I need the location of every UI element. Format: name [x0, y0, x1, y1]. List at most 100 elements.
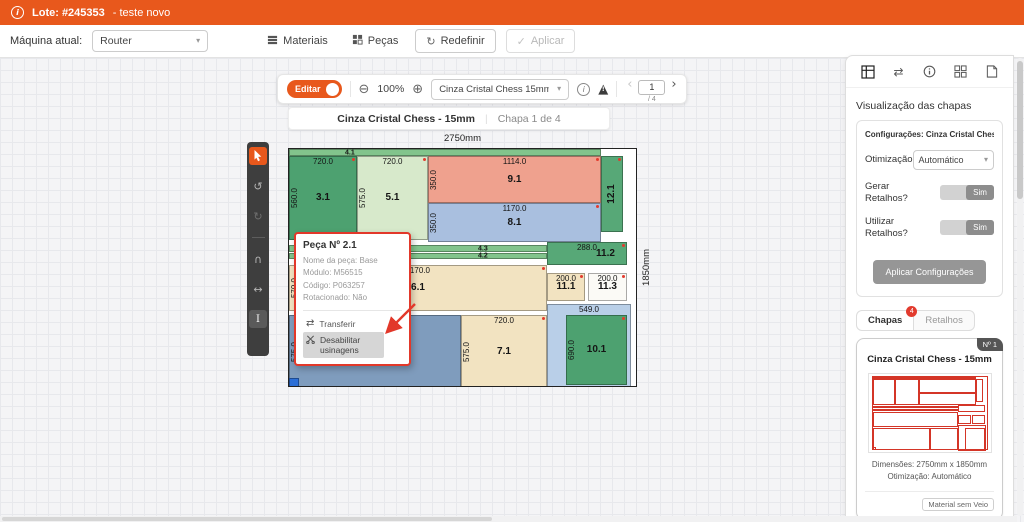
thumbnail-frame — [868, 373, 992, 453]
generate-offcuts-label: Gerar Retalhos? — [865, 181, 925, 205]
use-offcuts-toggle[interactable]: Sim — [940, 220, 994, 235]
sheet-piece-5.1[interactable]: 720.0575.05.1 — [357, 156, 428, 240]
piece-width-dim: 1170.0 — [429, 205, 600, 213]
transfer-action-label: Transferir — [319, 319, 355, 329]
reset-button[interactable]: ↻ Redefinir — [415, 29, 495, 53]
piece-height-dim: 575.0 — [359, 188, 367, 208]
config-title: Configurações: Cinza Cristal Chess 15mm — [865, 130, 994, 139]
toggle-knob — [326, 83, 339, 96]
machine-label: Máquina atual: — [10, 35, 82, 47]
rotate-cw-tool-icon[interactable]: ↻ — [249, 207, 267, 225]
machine-select[interactable]: Router ▾ — [92, 30, 208, 52]
report-view-icon[interactable] — [983, 63, 1001, 81]
thumb-piece — [958, 415, 971, 424]
piece-width-dim: 549.0 — [548, 306, 630, 314]
apply-button[interactable]: ✓ Aplicar — [506, 29, 576, 53]
pieces-button[interactable]: Peças — [345, 34, 406, 48]
magnet-tool-icon[interactable]: ∩ — [249, 250, 267, 268]
optimization-label: Otimização — [865, 154, 913, 166]
disable-machining-label: Desabilitar usinagens — [320, 335, 381, 355]
apply-button-label: Aplicar — [531, 35, 565, 47]
tooltip-lines: Nome da peça: BaseMódulo: M56515Código: … — [303, 255, 402, 305]
machining-icon — [306, 335, 315, 347]
batch-name: - teste novo — [113, 7, 170, 19]
sheets-view-icon[interactable] — [859, 63, 877, 81]
prev-page-icon[interactable]: ‹ — [627, 78, 632, 91]
canvas-toolbar: Editar ⊖ 100% ⊕ Cinza Cristal Chess 15mm… — [277, 74, 687, 104]
reset-icon: ↻ — [426, 35, 435, 48]
generate-offcuts-toggle[interactable]: Sim — [940, 185, 994, 200]
tooltip-title: Peça Nº 2.1 — [303, 240, 402, 251]
optimization-select[interactable]: Automático ▾ — [913, 150, 994, 170]
piece-label: 6.1 — [411, 283, 425, 293]
piece-width-dim: 1114.0 — [429, 158, 600, 166]
tab-chapas-label: Chapas — [868, 315, 902, 326]
annotation-arrow — [384, 302, 420, 336]
thumb-piece — [972, 415, 985, 424]
horizontal-scrollbar-thumb[interactable] — [2, 517, 492, 521]
sheet-piece-10.1[interactable]: 690.010.1 — [566, 315, 627, 385]
config-box: Configurações: Cinza Cristal Chess 15mm … — [856, 120, 1003, 297]
material-select[interactable]: Cinza Cristal Chess 15mm ▾ — [431, 79, 569, 100]
sheet-piece-9.1[interactable]: 1114.0 350.0 9.1 — [428, 156, 601, 203]
page-input[interactable] — [638, 80, 665, 95]
piece-label: 11.1 — [557, 282, 576, 292]
thumb-piece — [919, 393, 977, 405]
text-tool-icon[interactable]: I — [249, 310, 267, 328]
transfer-view-icon[interactable]: ⇄ — [890, 63, 908, 81]
sheet-width-label: 2750mm — [288, 133, 637, 144]
sheet-piece-11.3[interactable]: 200.011.3 — [588, 273, 627, 301]
sheet-piece-11.1[interactable]: 200.011.1 — [547, 273, 585, 301]
sheet-piece-marker-origin[interactable] — [289, 378, 299, 387]
horizontal-scrollbar[interactable] — [0, 516, 1017, 522]
piece-label: 11.3 — [598, 282, 617, 292]
vertical-scrollbar-thumb[interactable] — [1017, 61, 1023, 199]
sheet-piece-3.1[interactable]: 720.0560.03.1 — [289, 156, 357, 240]
material-select-value: Cinza Cristal Chess 15mm — [439, 84, 549, 95]
tab-chapas[interactable]: Chapas 4 — [857, 311, 914, 330]
chevron-down-icon: ▾ — [196, 37, 200, 45]
thumb-piece — [873, 409, 959, 411]
piece-height-dim: 690.0 — [568, 340, 576, 360]
piece-label: 3.1 — [316, 193, 330, 203]
vertical-scrollbar[interactable] — [1017, 58, 1023, 516]
disable-machining-action[interactable]: Desabilitar usinagens — [303, 332, 384, 358]
sheet-card[interactable]: Nº 1 Cinza Cristal Chess - 15mm Dimensõe… — [856, 338, 1003, 521]
thumb-piece — [873, 428, 930, 451]
sheet-thumbnail — [872, 376, 988, 450]
sheet-piece-12.1[interactable]: 12.1 — [601, 156, 623, 232]
pieces-icon — [352, 34, 363, 48]
tab-retalhos[interactable]: Retalhos — [914, 311, 974, 330]
generate-offcuts-value: Sim — [966, 185, 994, 200]
use-offcuts-value: Sim — [966, 220, 994, 235]
thumb-piece — [873, 412, 959, 426]
apply-config-button[interactable]: Aplicar Configurações — [873, 260, 985, 284]
measure-tool-icon[interactable]: ↔ — [249, 280, 267, 298]
sheet-piece-4.1[interactable]: 4.1 — [289, 149, 601, 156]
sheet-piece-7.1[interactable]: 720.0575.07.1 — [461, 315, 547, 387]
sheet-titlebar: Cinza Cristal Chess - 15mm | Chapa 1 de … — [288, 107, 610, 130]
rotate-ccw-tool-icon[interactable]: ↺ — [249, 177, 267, 195]
piece-label: 11.2 — [596, 249, 615, 259]
sheet-piece-8.1[interactable]: 1170.0350.08.1 — [428, 203, 601, 242]
sheet-piece-11.2[interactable]: 288.011.2 — [547, 242, 627, 265]
zoom-in-icon[interactable]: ⊕ — [412, 83, 423, 96]
warning-icon[interactable]: ▲ — [598, 83, 608, 96]
edit-mode-toggle[interactable]: Editar — [287, 80, 342, 98]
zoom-out-icon[interactable]: ⊖ — [359, 83, 370, 96]
next-page-icon[interactable]: › — [671, 78, 676, 91]
sheet-info-icon[interactable]: i — [577, 83, 590, 96]
piece-label: 9.1 — [508, 175, 522, 185]
cursor-tool-icon[interactable] — [249, 147, 267, 165]
app-header: i Lote: #245353 - teste novo — [0, 0, 1024, 25]
materials-button[interactable]: Materiais — [260, 34, 335, 48]
piece-label: 4.2 — [478, 253, 488, 260]
info-view-icon[interactable] — [921, 63, 939, 81]
tooltip-line: Código: P063257 — [303, 280, 402, 292]
tool-divider — [252, 237, 265, 238]
modules-view-icon[interactable] — [952, 63, 970, 81]
toolbar-divider — [616, 81, 617, 97]
machine-toolbar: Máquina atual: Router ▾ Materiais Peças … — [0, 25, 1024, 58]
piece-height-dim: 350.0 — [430, 169, 438, 189]
sheet-number-badge: Nº 1 — [977, 338, 1003, 351]
